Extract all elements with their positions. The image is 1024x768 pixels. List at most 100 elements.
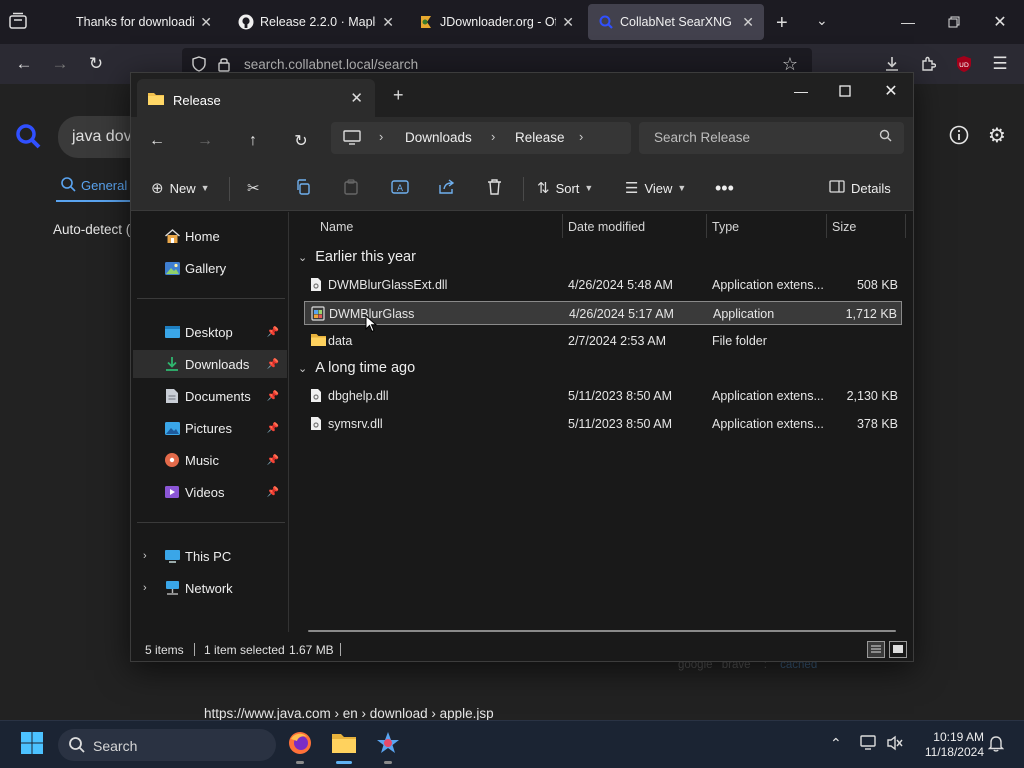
cut-button[interactable]: ✂: [247, 177, 266, 199]
back-arrow-icon[interactable]: ←: [10, 50, 38, 78]
notification-bell-icon[interactable]: [987, 735, 1005, 755]
nav-item-network[interactable]: › Network: [133, 574, 287, 602]
minimize-icon[interactable]: —: [779, 77, 823, 105]
pin-icon[interactable]: 📌: [267, 455, 279, 466]
close-icon[interactable]: ✕: [562, 14, 574, 31]
close-icon[interactable]: ✕: [742, 14, 754, 31]
nav-item-music[interactable]: Music 📌: [133, 446, 287, 474]
nav-item-videos[interactable]: Videos 📌: [133, 478, 287, 506]
view-button[interactable]: ☰ View ▼: [625, 177, 686, 199]
chevron-right-icon[interactable]: ›: [379, 129, 383, 144]
new-tab-plus-icon[interactable]: +: [776, 12, 788, 35]
nav-item-gallery[interactable]: Gallery: [133, 254, 287, 282]
taskbar-app[interactable]: [370, 727, 406, 764]
details-button[interactable]: Details: [829, 177, 891, 199]
info-icon[interactable]: [946, 122, 972, 148]
system-clock[interactable]: 10:19 AM 11/18/2024: [918, 730, 984, 760]
close-icon[interactable]: ✕: [200, 14, 212, 31]
column-header-size[interactable]: Size: [832, 220, 856, 234]
chevron-down-icon[interactable]: ⌄: [816, 12, 828, 29]
refresh-icon[interactable]: ↻: [287, 127, 315, 155]
language-select[interactable]: Auto-detect (: [53, 222, 130, 237]
column-header-date[interactable]: Date modified: [568, 220, 645, 234]
result-url[interactable]: https://www.java.com › en › download › a…: [204, 706, 494, 721]
copy-button[interactable]: [295, 177, 311, 199]
nav-item-pictures[interactable]: Pictures 📌: [133, 414, 287, 442]
monitor-icon[interactable]: [343, 130, 361, 151]
nav-item-downloads[interactable]: Downloads 📌: [133, 350, 287, 378]
column-header-type[interactable]: Type: [712, 220, 739, 234]
file-row[interactable]: dbghelp.dll 5/11/2023 8:50 AM Applicatio…: [304, 384, 902, 408]
url-text[interactable]: search.collabnet.local/search: [244, 57, 418, 72]
taskbar-search[interactable]: Search: [58, 729, 276, 761]
explorer-tab-release[interactable]: Release ✕: [137, 79, 375, 117]
paste-button[interactable]: [343, 177, 359, 199]
browser-tab-4[interactable]: CollabNet SearXNG ✕: [588, 4, 764, 40]
taskbar-firefox[interactable]: [282, 727, 318, 764]
searxng-logo-icon[interactable]: [14, 122, 42, 150]
chevron-right-icon[interactable]: ›: [143, 582, 147, 594]
up-arrow-icon[interactable]: ↑: [239, 127, 267, 155]
chevron-right-icon[interactable]: ›: [143, 550, 147, 562]
pin-icon[interactable]: 📌: [267, 327, 279, 338]
maximize-icon[interactable]: [823, 77, 867, 105]
close-icon[interactable]: ✕: [350, 89, 363, 107]
browser-tab-2[interactable]: Release 2.2.0 · Maplesp ✕: [228, 4, 404, 40]
close-icon[interactable]: ✕: [382, 14, 394, 31]
delete-button[interactable]: [487, 177, 502, 199]
tab-general[interactable]: General: [60, 176, 127, 195]
column-header-name[interactable]: Name: [320, 220, 353, 234]
chevron-right-icon[interactable]: ›: [579, 129, 583, 144]
display-icon[interactable]: [860, 735, 878, 754]
new-tab-plus-icon[interactable]: +: [393, 85, 404, 106]
file-row[interactable]: data 2/7/2024 2:53 AM File folder: [304, 329, 902, 353]
gear-icon[interactable]: ⚙: [984, 122, 1010, 148]
taskbar-file-explorer[interactable]: [326, 727, 362, 764]
reload-icon[interactable]: ↻: [82, 50, 110, 78]
menu-icon[interactable]: ☰: [986, 50, 1014, 78]
back-arrow-icon[interactable]: ←: [143, 127, 171, 155]
column-separator[interactable]: [905, 214, 906, 238]
more-options-button[interactable]: •••: [715, 177, 734, 199]
column-separator[interactable]: [562, 214, 563, 238]
volume-muted-icon[interactable]: [886, 735, 904, 754]
extensions-icon[interactable]: [914, 50, 942, 78]
start-button[interactable]: [14, 727, 50, 763]
tab-overview-icon[interactable]: [8, 12, 30, 32]
pin-icon[interactable]: 📌: [267, 359, 279, 370]
tiles-view-button[interactable]: [889, 641, 907, 658]
nav-item-this-pc[interactable]: › This PC: [133, 542, 287, 570]
pin-icon[interactable]: 📌: [267, 423, 279, 434]
explorer-search-box[interactable]: Search Release: [639, 122, 904, 154]
browser-tab-3[interactable]: JDownloader.org - Offi ✕: [408, 4, 584, 40]
group-header[interactable]: ⌄ A long time ago: [298, 356, 415, 380]
column-separator[interactable]: [826, 214, 827, 238]
chevron-up-icon[interactable]: ⌃: [830, 735, 842, 752]
pin-icon[interactable]: 📌: [267, 487, 279, 498]
forward-arrow-icon[interactable]: →: [191, 127, 219, 155]
file-row[interactable]: symsrv.dll 5/11/2023 8:50 AM Application…: [304, 412, 902, 436]
browser-tab-1[interactable]: Thanks for downloading ✕: [66, 4, 222, 40]
nav-item-desktop[interactable]: Desktop 📌: [133, 318, 287, 346]
new-button[interactable]: ⊕ New ▼: [151, 177, 210, 199]
chevron-right-icon[interactable]: ›: [491, 129, 495, 144]
pin-icon[interactable]: 📌: [267, 391, 279, 402]
forward-arrow-icon[interactable]: →: [46, 50, 74, 78]
close-icon[interactable]: ✕: [980, 8, 1020, 36]
sort-button[interactable]: ⇅ Sort ▼: [537, 177, 593, 199]
horizontal-scrollbar[interactable]: [308, 630, 896, 632]
breadcrumb-release[interactable]: Release: [515, 130, 565, 145]
ublock-icon[interactable]: UD: [950, 50, 978, 78]
close-icon[interactable]: ✕: [869, 77, 913, 105]
details-view-button[interactable]: [867, 641, 885, 658]
file-row-selected[interactable]: DWMBlurGlass 4/26/2024 5:17 AM Applicati…: [304, 301, 902, 325]
group-header[interactable]: ⌄ Earlier this year: [298, 245, 416, 269]
file-row[interactable]: DWMBlurGlassExt.dll 4/26/2024 5:48 AM Ap…: [304, 273, 902, 297]
rename-button[interactable]: A: [391, 177, 409, 199]
breadcrumb[interactable]: › Downloads › Release ›: [331, 122, 631, 154]
nav-item-home[interactable]: Home: [133, 222, 287, 250]
minimize-icon[interactable]: —: [888, 8, 928, 36]
breadcrumb-downloads[interactable]: Downloads: [405, 130, 472, 145]
nav-item-documents[interactable]: Documents 📌: [133, 382, 287, 410]
share-button[interactable]: [439, 177, 456, 199]
